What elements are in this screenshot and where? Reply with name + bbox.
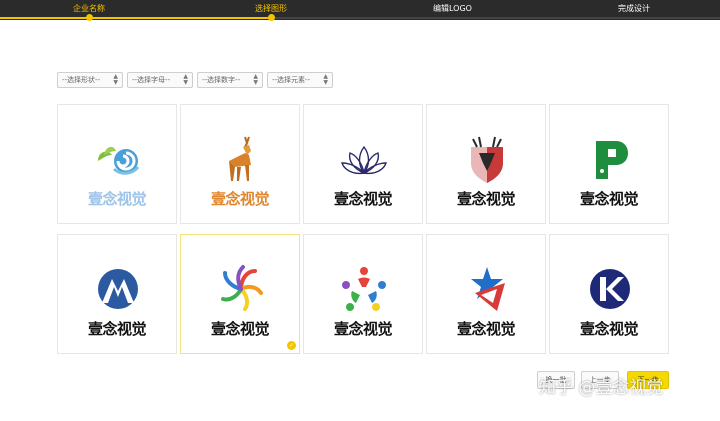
logo-card-6[interactable]: 壹念视觉: [57, 234, 177, 354]
logo-card-7[interactable]: 壹念视觉 ✓: [180, 234, 300, 354]
step-choose-shape[interactable]: 选择图形: [255, 4, 287, 14]
select-arrows-icon: ▲ ▼: [183, 73, 188, 86]
step-dot-2: [268, 14, 275, 21]
selected-check-icon: ✓: [287, 341, 296, 350]
deer-shield-icon: [471, 136, 503, 183]
step-company-name[interactable]: 企业名称: [73, 4, 105, 14]
brand-name: 壹念视觉: [87, 320, 147, 338]
mountain-circle-icon: [98, 269, 138, 309]
letter-select[interactable]: --选择字母-- ▲ ▼: [127, 72, 193, 88]
select-arrows-icon: ▲ ▼: [113, 73, 118, 86]
step-bar: 企业名称 选择图形 编辑LOGO 完成设计: [0, 0, 720, 21]
step-dot-1: [86, 14, 93, 21]
filter-bar: --选择形状-- ▲ ▼ --选择字母-- ▲ ▼ --选择数字-- ▲ ▼ --选择元素-…: [57, 72, 333, 88]
step-finish-design[interactable]: 完成设计: [618, 4, 650, 14]
wave-leaf-icon: [98, 146, 140, 175]
select-arrows-icon: ▲ ▼: [253, 73, 258, 86]
logo-card-3[interactable]: 壹念视觉: [303, 104, 423, 224]
brand-name: 壹念视觉: [87, 190, 147, 208]
brand-name: 壹念视觉: [333, 320, 393, 338]
shape-select[interactable]: --选择形状-- ▲ ▼: [57, 72, 123, 88]
number-select[interactable]: --选择数字-- ▲ ▼: [197, 72, 263, 88]
step-edit-logo[interactable]: 编辑LOGO: [433, 4, 472, 14]
brand-name: 壹念视觉: [456, 320, 516, 338]
deer-icon: [229, 136, 251, 181]
watermark: 知乎 @壹念视觉: [539, 378, 664, 398]
element-select[interactable]: --选择元素-- ▲ ▼: [267, 72, 333, 88]
rainbow-swirl-icon: [221, 265, 263, 311]
logo-card-5[interactable]: 壹念视觉: [549, 104, 669, 224]
logo-card-1[interactable]: 壹念视觉: [57, 104, 177, 224]
logo-grid: 壹念视觉 壹念视觉 壹念视觉 壹念视觉 壹念视觉 壹念视觉 壹念视觉 ✓ 壹念视…: [57, 104, 669, 356]
logo-card-9[interactable]: 壹念视觉: [426, 234, 546, 354]
brand-name: 壹念视觉: [456, 190, 516, 208]
logo-card-8[interactable]: 壹念视觉: [303, 234, 423, 354]
brand-name: 壹念视觉: [333, 190, 393, 208]
star-flag-icon: [471, 267, 505, 311]
brand-name: 壹念视觉: [210, 190, 270, 208]
brand-name: 壹念视觉: [210, 320, 270, 338]
select-arrows-icon: ▲ ▼: [323, 73, 328, 86]
logo-card-4[interactable]: 壹念视觉: [426, 104, 546, 224]
letter-p-icon: [596, 141, 628, 179]
logo-card-10[interactable]: 壹念视觉: [549, 234, 669, 354]
progress-fill: [0, 17, 272, 19]
people-circle-icon: [342, 267, 386, 311]
logo-card-2[interactable]: 壹念视觉: [180, 104, 300, 224]
brand-name: 壹念视觉: [579, 190, 639, 208]
letter-k-icon: [590, 269, 630, 309]
brand-name: 壹念视觉: [579, 320, 639, 338]
lotus-icon: [341, 145, 387, 175]
